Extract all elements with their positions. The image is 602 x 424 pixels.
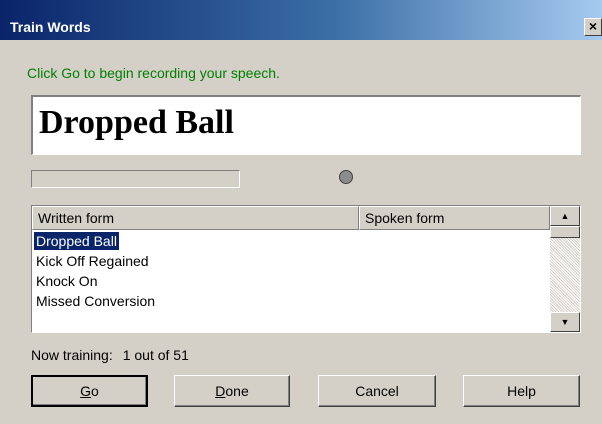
- list-item[interactable]: Kick Off Regained: [32, 251, 550, 271]
- list-item-written-form: Missed Conversion: [36, 293, 156, 309]
- recording-status-indicator: [339, 170, 353, 184]
- cancel-button[interactable]: Cancel: [318, 375, 436, 407]
- done-button-accelerator: D: [215, 383, 226, 399]
- list-item-written-form: Kick Off Regained: [36, 253, 149, 269]
- close-button[interactable]: ×: [584, 18, 602, 36]
- train-words-dialog: Train Words × Click Go to begin recordin…: [0, 0, 602, 424]
- current-word-text: Dropped Ball: [39, 104, 234, 141]
- list-item[interactable]: Dropped Ball: [32, 231, 550, 251]
- list-item-written-form: Dropped Ball: [33, 231, 120, 251]
- done-button[interactable]: Done: [174, 375, 290, 407]
- arrow-up-icon: ▲: [560, 211, 570, 221]
- go-button-accelerator: G: [80, 383, 92, 399]
- instruction-text: Click Go to begin recording your speech.: [27, 65, 280, 81]
- list-body: Dropped Ball Kick Off Regained Knock On Mis…: [32, 231, 550, 311]
- window-title: Train Words: [10, 19, 91, 35]
- help-button[interactable]: Help: [463, 375, 580, 407]
- column-header-written-form[interactable]: Written form: [32, 206, 359, 230]
- go-button[interactable]: Go: [31, 375, 148, 407]
- title-bar[interactable]: Train Words ×: [0, 0, 602, 40]
- list-item-written-form: Knock On: [36, 273, 98, 289]
- training-progress: Now training: 1 out of 51: [31, 346, 189, 364]
- scroll-down-button[interactable]: ▼: [550, 312, 580, 332]
- done-button-label: one: [225, 383, 249, 399]
- words-list[interactable]: Written form Spoken form Dropped Ball Kic…: [31, 205, 581, 333]
- close-icon: ×: [588, 18, 598, 34]
- scroll-thumb[interactable]: [550, 226, 580, 238]
- column-header-spoken-form[interactable]: Spoken form: [359, 206, 550, 230]
- arrow-down-icon: ▼: [560, 317, 570, 327]
- training-progress-count: 1 out of 51: [122, 347, 189, 363]
- scroll-up-button[interactable]: ▲: [550, 206, 580, 226]
- audio-level-meter: [31, 170, 240, 188]
- go-button-label: o: [91, 383, 99, 399]
- list-item[interactable]: Knock On: [32, 271, 550, 291]
- training-progress-label: Now training:: [31, 347, 113, 363]
- list-scrollbar[interactable]: ▲ ▼: [550, 206, 580, 332]
- list-item[interactable]: Missed Conversion: [32, 291, 550, 311]
- list-header: Written form Spoken form: [32, 206, 550, 230]
- current-word-display: Dropped Ball: [31, 95, 581, 155]
